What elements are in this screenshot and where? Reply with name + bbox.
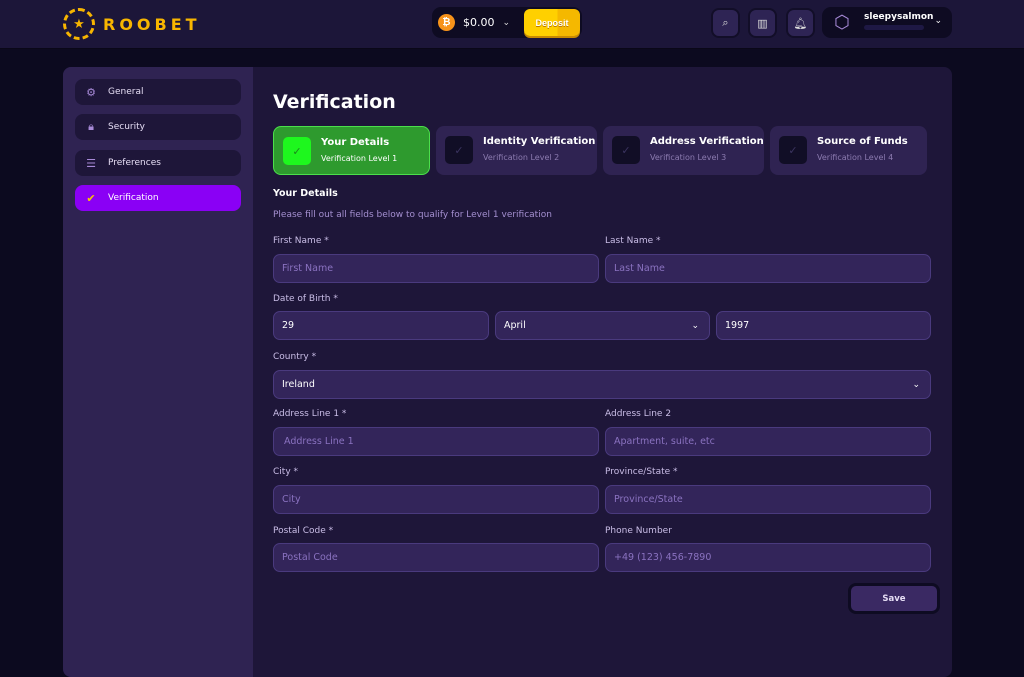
phone-label: Phone Number	[605, 526, 672, 536]
sliders-icon: ☰	[86, 156, 96, 170]
step-address-verification[interactable]: ✓ Address Verification Verification Level …	[603, 126, 764, 175]
lock-icon: 🔒︎	[88, 120, 94, 133]
city-label: City *	[273, 467, 299, 477]
save-button[interactable]: Save	[848, 583, 940, 614]
sidebar-item-verification[interactable]: ✔ Verification	[75, 185, 241, 211]
search-icon: ⌕	[722, 16, 729, 29]
dob-label: Date of Birth *	[273, 294, 338, 304]
check-icon: ✓	[283, 137, 311, 165]
province-label: Province/State *	[605, 467, 678, 477]
top-nav: ★ ROOBET ₿ $0.00 ⌄ Deposit ⌕ ▥ 🔔︎ ⬡ sleep…	[0, 0, 1024, 49]
first-name-label: First Name *	[273, 236, 329, 246]
postal-code-input[interactable]: Postal Code	[273, 543, 599, 572]
postal-label: Postal Code *	[273, 526, 334, 536]
search-button[interactable]: ⌕	[711, 8, 740, 38]
phone-input[interactable]: +49 (123) 456-7890	[605, 543, 931, 572]
country-select[interactable]: Ireland ⌄	[273, 370, 931, 399]
dob-month-select[interactable]: April ⌄	[495, 311, 710, 340]
check-icon: ✓	[612, 136, 640, 164]
address2-label: Address Line 2	[605, 409, 672, 419]
country-label: Country *	[273, 352, 317, 362]
hexagon-avatar-icon: ⬡	[834, 12, 850, 33]
dob-day-input[interactable]: 29	[273, 311, 489, 340]
deposit-button[interactable]: Deposit	[524, 9, 580, 36]
gift-button[interactable]: ▥	[748, 8, 777, 38]
balance: $0.00	[463, 16, 495, 29]
sidebar-item-general[interactable]: ⚙ General	[75, 79, 241, 105]
dob-year-input[interactable]: 1997	[716, 311, 931, 340]
check-circle-icon: ✔	[86, 191, 96, 205]
city-input[interactable]: City	[273, 485, 599, 514]
gear-icon: ⚙	[86, 85, 96, 99]
section-description: Please fill out all fields below to qual…	[273, 210, 552, 220]
chevron-down-icon: ⌄	[502, 17, 511, 28]
user-menu[interactable]: ⬡ sleepysalmon ⌄	[822, 7, 952, 38]
notifications-button[interactable]: 🔔︎	[786, 8, 815, 38]
sidebar-item-preferences[interactable]: ☰ Preferences	[75, 150, 241, 176]
kangaroo-logo-icon: ★	[63, 8, 95, 40]
logo[interactable]: ★ ROOBET	[63, 8, 201, 40]
step-your-details[interactable]: ✓ Your Details Verification Level 1	[273, 126, 430, 175]
province-input[interactable]: Province/State	[605, 485, 931, 514]
address2-input[interactable]: Apartment, suite, etc	[605, 427, 931, 456]
settings-panel: ⚙ General 🔒︎ Security ☰ Preferences ✔ Verifi…	[63, 67, 952, 677]
last-name-label: Last Name *	[605, 236, 661, 246]
username: sleepysalmon	[864, 12, 934, 22]
step-identity-verification[interactable]: ✓ Identity Verification Verification Level…	[436, 126, 597, 175]
sidebar-item-security[interactable]: 🔒︎ Security	[75, 114, 241, 140]
address1-input[interactable]: Address Line 1	[273, 427, 599, 456]
chevron-down-icon: ⌄	[691, 320, 699, 331]
address1-label: Address Line 1 *	[273, 409, 347, 419]
bell-icon: 🔔︎	[793, 16, 808, 30]
gift-icon: ▥	[757, 16, 768, 30]
page-title: Verification	[273, 91, 396, 113]
last-name-input[interactable]: Last Name	[605, 254, 931, 283]
first-name-input[interactable]: First Name	[273, 254, 599, 283]
level-progress-bar	[864, 25, 924, 30]
step-source-of-funds[interactable]: ✓ Source of Funds Verification Level 4	[770, 126, 927, 175]
section-title: Your Details	[273, 188, 338, 199]
sidebar: ⚙ General 🔒︎ Security ☰ Preferences ✔ Verifi…	[63, 67, 253, 677]
wallet-selector[interactable]: ₿ $0.00 ⌄ Deposit	[432, 7, 582, 38]
chevron-down-icon: ⌄	[912, 379, 920, 390]
bitcoin-icon: ₿	[438, 14, 455, 31]
check-icon: ✓	[779, 136, 807, 164]
check-icon: ✓	[445, 136, 473, 164]
chevron-down-icon: ⌄	[934, 16, 942, 26]
